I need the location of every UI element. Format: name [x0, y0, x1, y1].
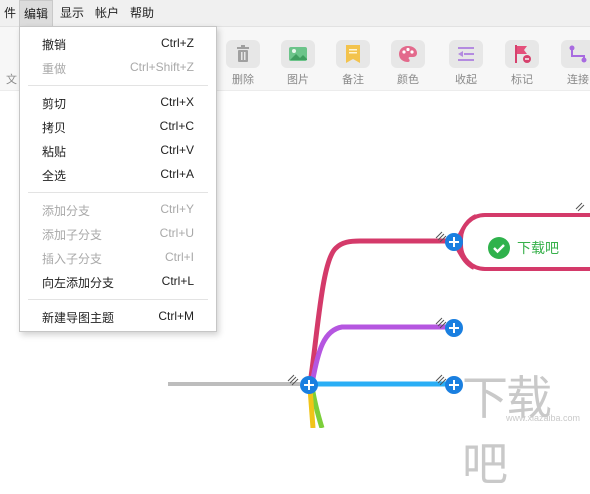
menu-item-shortcut: Ctrl+U	[159, 226, 194, 240]
menu-item-shortcut: Ctrl+I	[164, 250, 194, 264]
menu-item-label: 插入子分支	[42, 252, 103, 266]
watermark-url: www.xiazaiba.com	[506, 413, 581, 423]
menu-item-label: 剪切	[42, 97, 67, 111]
menu-item-label: 撤销	[42, 38, 67, 52]
menu-item-label: 添加子分支	[42, 228, 103, 242]
menu-item-label: 拷贝	[42, 121, 67, 135]
branch-purple	[309, 324, 452, 385]
menu-item-shortcut: Ctrl+C	[159, 119, 194, 133]
edit-menu-dropdown: 撤销 Ctrl+Z 重做 Ctrl+Shift+Z 剪切 Ctrl+X 拷贝 C…	[19, 26, 217, 332]
menu-item-insert-sub-branch: 插入子分支 Ctrl+I	[20, 247, 216, 269]
menu-item-label: 新建导图主题	[42, 311, 115, 325]
menu-separator	[28, 299, 208, 300]
menu-item-undo[interactable]: 撤销 Ctrl+Z	[20, 33, 216, 55]
menu-item-cut[interactable]: 剪切 Ctrl+X	[20, 92, 216, 114]
watermark-logo: 下载吧	[462, 371, 552, 491]
menu-item-paste[interactable]: 粘贴 Ctrl+V	[20, 140, 216, 162]
menu-item-redo: 重做 Ctrl+Shift+Z	[20, 57, 216, 79]
menu-item-add-sub-branch: 添加子分支 Ctrl+U	[20, 223, 216, 245]
menu-item-shortcut: Ctrl+Shift+Z	[129, 60, 194, 74]
menu-item-shortcut: Ctrl+Z	[161, 36, 194, 50]
branch-pink	[307, 238, 452, 385]
menu-item-label: 重做	[42, 62, 67, 76]
branch-yellow	[307, 387, 316, 428]
menu-item-select-all[interactable]: 全选 Ctrl+A	[20, 164, 216, 186]
menu-item-shortcut: Ctrl+X	[160, 95, 194, 109]
menu-item-label: 粘贴	[42, 145, 67, 159]
menu-item-label: 全选	[42, 169, 67, 183]
menu-item-copy[interactable]: 拷贝 Ctrl+C	[20, 116, 216, 138]
topic-text[interactable]: 下载吧	[517, 238, 559, 258]
menu-item-label: 向左添加分支	[42, 276, 115, 290]
menu-item-shortcut: Ctrl+M	[158, 309, 194, 323]
check-icon	[488, 237, 510, 259]
add-branch-plus-icon[interactable]	[445, 376, 463, 394]
menu-separator	[28, 192, 208, 193]
add-branch-plus-icon[interactable]	[445, 233, 463, 251]
menu-item-add-left-branch[interactable]: 向左添加分支 Ctrl+L	[20, 271, 216, 293]
menu-item-new-map-topic[interactable]: 新建导图主题 Ctrl+M	[20, 306, 216, 328]
menu-item-shortcut: Ctrl+Y	[160, 202, 194, 216]
add-branch-plus-icon[interactable]	[300, 376, 318, 394]
menu-item-shortcut: Ctrl+L	[161, 274, 194, 288]
menu-item-shortcut: Ctrl+V	[160, 143, 194, 157]
menu-item-label: 添加分支	[42, 204, 91, 218]
menu-separator	[28, 85, 208, 86]
menu-item-shortcut: Ctrl+A	[160, 167, 194, 181]
menu-item-add-branch: 添加分支 Ctrl+Y	[20, 199, 216, 221]
add-branch-plus-icon[interactable]	[445, 319, 463, 337]
